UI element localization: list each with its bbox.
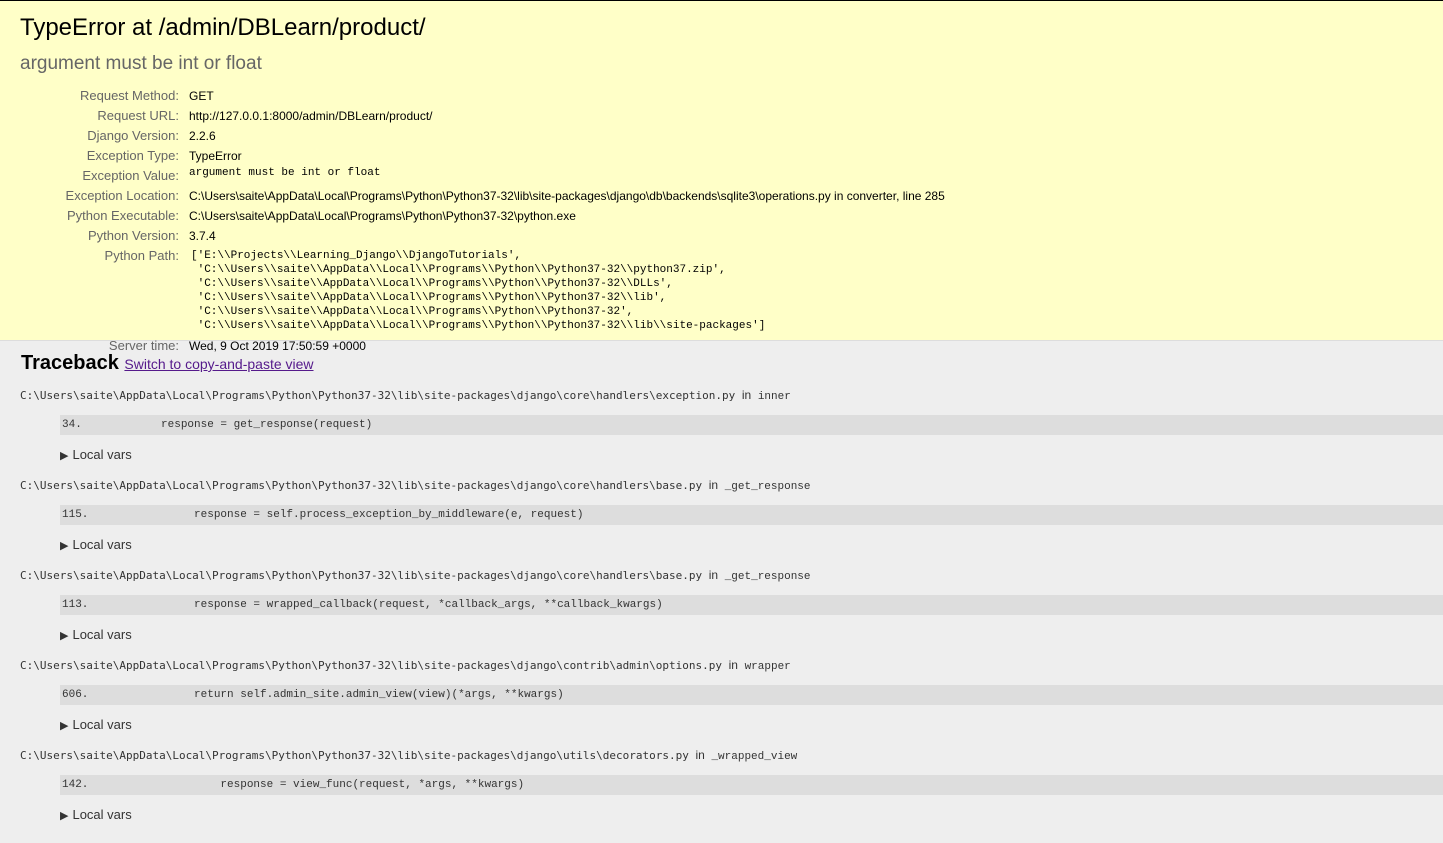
meta-label: Python Path: xyxy=(104,248,179,263)
meta-value: TypeError xyxy=(189,149,242,163)
frame-filename: C:\Users\saite\AppData\Local\Programs\Py… xyxy=(20,387,1423,405)
traceback-heading: Traceback Switch to copy-and-paste view xyxy=(21,351,1423,376)
in-word: in xyxy=(728,658,738,672)
local-vars-label: Local vars xyxy=(72,447,132,462)
triangle-right-icon: ▶ xyxy=(60,810,69,822)
traceback-frame: C:\Users\saite\AppData\Local\Programs\Py… xyxy=(20,567,1443,646)
copy-paste-view-link[interactable]: Switch to copy-and-paste view xyxy=(124,356,313,372)
traceback-title: Traceback xyxy=(21,352,119,374)
context-line[interactable]: 115. response = self.process_exception_b… xyxy=(60,505,1443,525)
meta-row-django-version: Django Version: 2.2.6 xyxy=(20,126,945,146)
local-vars-label: Local vars xyxy=(72,627,132,642)
meta-label: Exception Location: xyxy=(65,188,179,203)
frame-function: _wrapped_view xyxy=(711,751,798,763)
meta-value: 3.7.4 xyxy=(189,229,216,243)
frame-path: C:\Users\saite\AppData\Local\Programs\Py… xyxy=(20,389,736,402)
page-title: TypeError at /admin/DBLearn/product/ xyxy=(20,14,426,41)
in-word: in xyxy=(695,748,705,762)
meta-label: Python Version: xyxy=(87,228,179,243)
meta-row-request-url: Request URL: http://127.0.0.1:8000/admin… xyxy=(20,106,945,126)
context-line[interactable]: 606. return self.admin_site.admin_view(v… xyxy=(60,685,1443,705)
meta-label: Exception Value: xyxy=(82,168,179,183)
meta-label: Exception Type: xyxy=(86,148,179,163)
meta-row-python-version: Python Version: 3.7.4 xyxy=(20,226,945,246)
meta-label: Python Executable: xyxy=(66,208,179,223)
traceback-frame: C:\Users\saite\AppData\Local\Programs\Py… xyxy=(20,477,1443,556)
meta-row-python-executable: Python Executable: C:\Users\saite\AppDat… xyxy=(20,206,945,226)
request-meta-table: Request Method: GET Request URL: http://… xyxy=(20,86,945,356)
frame-filename: C:\Users\saite\AppData\Local\Programs\Py… xyxy=(20,477,1423,495)
local-vars-toggle[interactable]: ▶ Local vars xyxy=(60,535,1423,556)
frame-function: wrapper xyxy=(744,661,791,673)
context-line[interactable]: 142. response = view_func(request, *args… xyxy=(60,775,1443,795)
frame-function: inner xyxy=(757,391,791,403)
frame-path: C:\Users\saite\AppData\Local\Programs\Py… xyxy=(20,749,689,762)
frame-filename: C:\Users\saite\AppData\Local\Programs\Py… xyxy=(20,747,1423,765)
meta-row-python-path: Python Path: ['E:\\Projects\\Learning_Dj… xyxy=(20,246,945,336)
triangle-right-icon: ▶ xyxy=(60,720,69,732)
frame-path: C:\Users\saite\AppData\Local\Programs\Py… xyxy=(20,479,703,492)
meta-value: ['E:\\Projects\\Learning_Django\\DjangoT… xyxy=(189,246,945,336)
frame-path: C:\Users\saite\AppData\Local\Programs\Py… xyxy=(20,569,703,582)
triangle-right-icon: ▶ xyxy=(60,450,69,462)
frame-filename: C:\Users\saite\AppData\Local\Programs\Py… xyxy=(20,657,1423,675)
local-vars-toggle[interactable]: ▶ Local vars xyxy=(60,805,1423,826)
meta-label: Request URL: xyxy=(97,108,179,123)
meta-value: C:\Users\saite\AppData\Local\Programs\Py… xyxy=(189,209,576,223)
triangle-right-icon: ▶ xyxy=(60,540,69,552)
in-word: in xyxy=(741,388,752,402)
meta-value: GET xyxy=(189,89,214,103)
meta-value: argument must be int or float xyxy=(189,167,381,179)
in-word: in xyxy=(708,568,719,582)
context-line[interactable]: 34. response = get_response(request) xyxy=(60,415,1443,435)
traceback-frame: C:\Users\saite\AppData\Local\Programs\Py… xyxy=(20,657,1443,736)
in-word: in xyxy=(708,478,719,492)
local-vars-label: Local vars xyxy=(72,807,132,822)
exception-subtitle: argument must be int or float xyxy=(20,53,262,74)
local-vars-label: Local vars xyxy=(72,537,132,552)
meta-label: Request Method: xyxy=(79,88,179,103)
frame-path: C:\Users\saite\AppData\Local\Programs\Py… xyxy=(20,659,722,672)
local-vars-toggle[interactable]: ▶ Local vars xyxy=(60,715,1423,736)
frame-filename: C:\Users\saite\AppData\Local\Programs\Py… xyxy=(20,567,1423,585)
traceback-frame: C:\Users\saite\AppData\Local\Programs\Py… xyxy=(20,747,1443,826)
meta-row-request-method: Request Method: GET xyxy=(20,86,945,106)
local-vars-label: Local vars xyxy=(72,717,132,732)
meta-value: 2.2.6 xyxy=(189,129,216,143)
frame-function: _get_response xyxy=(724,571,811,583)
frame-function: _get_response xyxy=(724,481,811,493)
meta-row-exception-value: Exception Value: argument must be int or… xyxy=(20,166,945,186)
meta-row-exception-location: Exception Location: C:\Users\saite\AppDa… xyxy=(20,186,945,206)
traceback-frame: C:\Users\saite\AppData\Local\Programs\Py… xyxy=(20,387,1443,466)
meta-value: http://127.0.0.1:8000/admin/DBLearn/prod… xyxy=(189,109,433,123)
meta-label: Django Version: xyxy=(87,128,179,143)
meta-value: C:\Users\saite\AppData\Local\Programs\Py… xyxy=(189,189,945,203)
meta-row-exception-type: Exception Type: TypeError xyxy=(20,146,945,166)
context-line[interactable]: 113. response = wrapped_callback(request… xyxy=(60,595,1443,615)
traceback-section: Traceback Switch to copy-and-paste view … xyxy=(0,341,1443,826)
local-vars-toggle[interactable]: ▶ Local vars xyxy=(60,625,1423,646)
triangle-right-icon: ▶ xyxy=(60,630,69,642)
local-vars-toggle[interactable]: ▶ Local vars xyxy=(60,445,1423,466)
python-path-list: ['E:\\Projects\\Learning_Django\\DjangoT… xyxy=(191,250,766,332)
error-summary: TypeError at /admin/DBLearn/product/ arg… xyxy=(0,0,1443,353)
